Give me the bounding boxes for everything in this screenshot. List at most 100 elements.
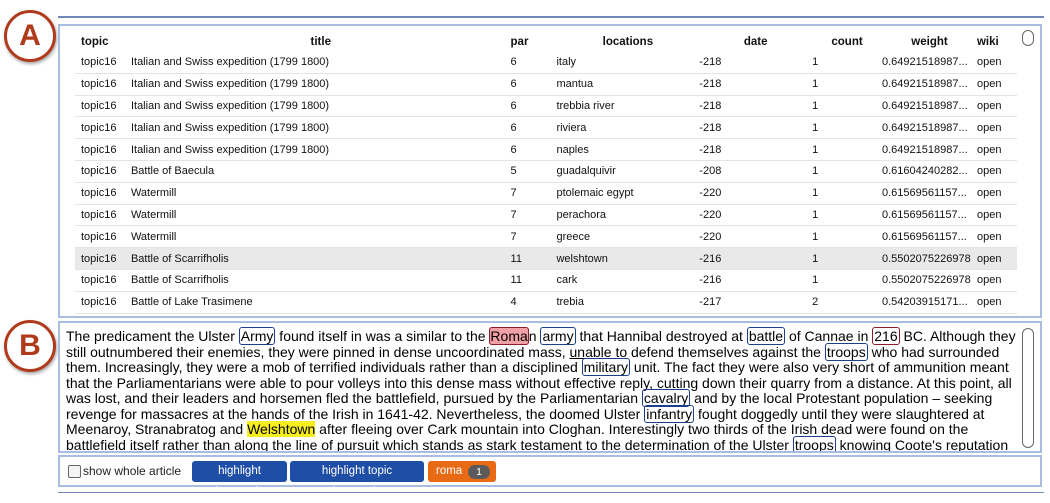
- cell-date: -220: [699, 225, 813, 249]
- keyword-highlight[interactable]: troops: [792, 435, 836, 451]
- cell-date: -218: [699, 95, 813, 118]
- show-whole-article-checkbox[interactable]: [68, 464, 81, 478]
- keyword-highlight[interactable]: infantry: [644, 404, 695, 423]
- col-header-weight[interactable]: weight: [882, 32, 977, 52]
- show-whole-article-toggle[interactable]: show whole article: [68, 464, 181, 478]
- article-text-run: The predicament the Ulster: [66, 328, 239, 344]
- cell-par: 6: [510, 95, 557, 118]
- cell-count: 1: [812, 182, 882, 205]
- location-highlight[interactable]: Welshtown: [247, 421, 316, 437]
- table-row[interactable]: topic16 Battle of Scarrifholis 11 cark -216 1…: [75, 269, 1017, 292]
- keyword-highlight[interactable]: battle: [746, 327, 786, 345]
- cell-par: 6: [510, 52, 557, 74]
- cell-wiki-link[interactable]: open: [976, 247, 1017, 270]
- col-header-count[interactable]: count: [812, 32, 882, 52]
- cell-par: 4: [510, 291, 557, 314]
- table-row[interactable]: topic16 Italian and Swiss expedition (179…: [75, 52, 1017, 74]
- label-b-badge: B: [4, 320, 56, 372]
- table-row[interactable]: topic16 Italian and Swiss expedition (179…: [75, 73, 1017, 96]
- cell-count: 1: [812, 247, 882, 270]
- table-scrollbar[interactable]: [1022, 30, 1034, 46]
- table-row[interactable]: topic16 Italian and Swiss expedition (179…: [75, 138, 1017, 161]
- cell-location: rome: [556, 313, 700, 316]
- cell-wiki-link[interactable]: open: [976, 225, 1017, 249]
- table-row[interactable]: topic16 Battle of Scarrifholis 11 welshtown…: [75, 247, 1017, 270]
- cell-weight: 0.64921518987...: [882, 52, 977, 74]
- col-header-topic[interactable]: topic: [75, 32, 131, 52]
- article-text-run: found itself in was a similar to the: [275, 328, 490, 344]
- cell-par: 7: [510, 204, 557, 227]
- cell-wiki-link[interactable]: open: [976, 313, 1017, 316]
- cell-wiki-link[interactable]: open: [976, 116, 1017, 140]
- cell-wiki-link[interactable]: open: [976, 160, 1017, 183]
- cell-par: 6: [510, 138, 557, 161]
- cell-par: 11: [510, 247, 557, 270]
- table-body: topic16 Italian and Swiss expedition (179…: [75, 52, 1017, 316]
- col-header-title[interactable]: title: [131, 32, 511, 52]
- table-row[interactable]: topic16 Italian and Swiss expedition (179…: [75, 95, 1017, 118]
- cell-weight: 0.64921518987...: [882, 95, 977, 118]
- cell-location: italy: [556, 52, 700, 74]
- table-row[interactable]: topic16 Italian and Swiss expedition (179…: [75, 116, 1017, 140]
- cell-count: 3: [812, 313, 882, 316]
- cell-weight: 0.61569561157...: [882, 182, 977, 205]
- keyword-highlight[interactable]: troops: [824, 342, 868, 361]
- cell-wiki-link[interactable]: open: [976, 204, 1017, 227]
- cell-wiki-link[interactable]: open: [976, 269, 1017, 292]
- keyword-highlight[interactable]: Army: [238, 327, 276, 345]
- cell-date: -208: [699, 160, 813, 183]
- cell-par: 4: [510, 313, 557, 316]
- cell-topic: topic16: [75, 291, 131, 314]
- table-row[interactable]: topic16 Battle of Lake Trasimene 4 trebia -2…: [75, 291, 1017, 314]
- cell-location: greece: [556, 225, 700, 249]
- cell-weight: 0.61569561157...: [882, 204, 977, 227]
- top-divider: [58, 16, 1044, 18]
- cell-wiki-link[interactable]: open: [976, 138, 1017, 161]
- table-row[interactable]: topic16 Battle of Baecula 5 guadalquivir -20…: [75, 160, 1017, 183]
- col-header-wiki[interactable]: wiki: [977, 32, 1017, 52]
- cell-topic: topic16: [75, 247, 131, 270]
- cell-location: ptolemaic egypt: [556, 182, 700, 205]
- cell-par: 6: [510, 116, 557, 140]
- cell-title: Italian and Swiss expedition (1799 1800): [130, 116, 511, 140]
- table-header-row: topic title par locations date count wei…: [75, 32, 1017, 52]
- article-scrollbar[interactable]: [1022, 328, 1034, 448]
- article-text: The predicament the Ulster Army found it…: [66, 327, 1016, 451]
- table-row[interactable]: topic16 Watermill 7 greece -220 1 0.6156956115…: [75, 225, 1017, 249]
- cell-weight: 0.5502075226978: [882, 269, 977, 292]
- cell-weight: 0.61569561157...: [882, 225, 977, 249]
- cell-wiki-link[interactable]: open: [976, 182, 1017, 205]
- col-header-locations[interactable]: locations: [556, 32, 699, 52]
- date-highlight[interactable]: 216: [872, 327, 900, 345]
- table-row[interactable]: topic16 Watermill 7 perachora -220 1 0.6156956…: [75, 204, 1017, 227]
- cell-date: -218: [699, 138, 813, 161]
- highlight-topic-keywords-button[interactable]: highlight topic keywords: [290, 461, 424, 498]
- keyword-highlight[interactable]: military: [581, 358, 631, 376]
- cell-wiki-link[interactable]: open: [976, 73, 1017, 96]
- cell-location: guadalquivir: [556, 160, 700, 183]
- cell-topic: topic16: [75, 182, 131, 205]
- cell-count: 1: [812, 116, 882, 140]
- cell-wiki-link[interactable]: open: [976, 291, 1017, 314]
- cell-count: 2: [812, 291, 882, 314]
- roma-filter-button[interactable]: roma 1: [428, 461, 496, 482]
- table-row[interactable]: topic16Battle of Lake Trasimene4rome-217…: [75, 313, 1017, 316]
- cell-count: 1: [812, 138, 882, 161]
- keyword-highlight[interactable]: army: [540, 327, 576, 345]
- cell-location: perachora: [556, 204, 700, 227]
- cell-date: -220: [699, 204, 813, 227]
- cell-par: 11: [510, 269, 557, 292]
- col-header-par[interactable]: par: [511, 32, 557, 52]
- table-row[interactable]: topic16 Watermill 7 ptolemaic egypt -220 1 0.6…: [75, 182, 1017, 205]
- cell-date: -218: [699, 52, 813, 74]
- cell-wiki-link[interactable]: open: [976, 52, 1017, 74]
- topic-keyword-highlight[interactable]: Roma: [489, 327, 529, 345]
- cell-wiki-link[interactable]: open: [976, 95, 1017, 118]
- cell-par: 7: [510, 225, 557, 249]
- highlight-keywords-button[interactable]: highlight keywords: [192, 461, 287, 498]
- col-header-date[interactable]: date: [699, 32, 812, 52]
- label-a-badge: A: [4, 10, 56, 62]
- cell-location: riviera: [556, 116, 700, 140]
- cell-weight: 0.64921518987...: [882, 73, 977, 96]
- cell-title: Watermill: [130, 204, 511, 227]
